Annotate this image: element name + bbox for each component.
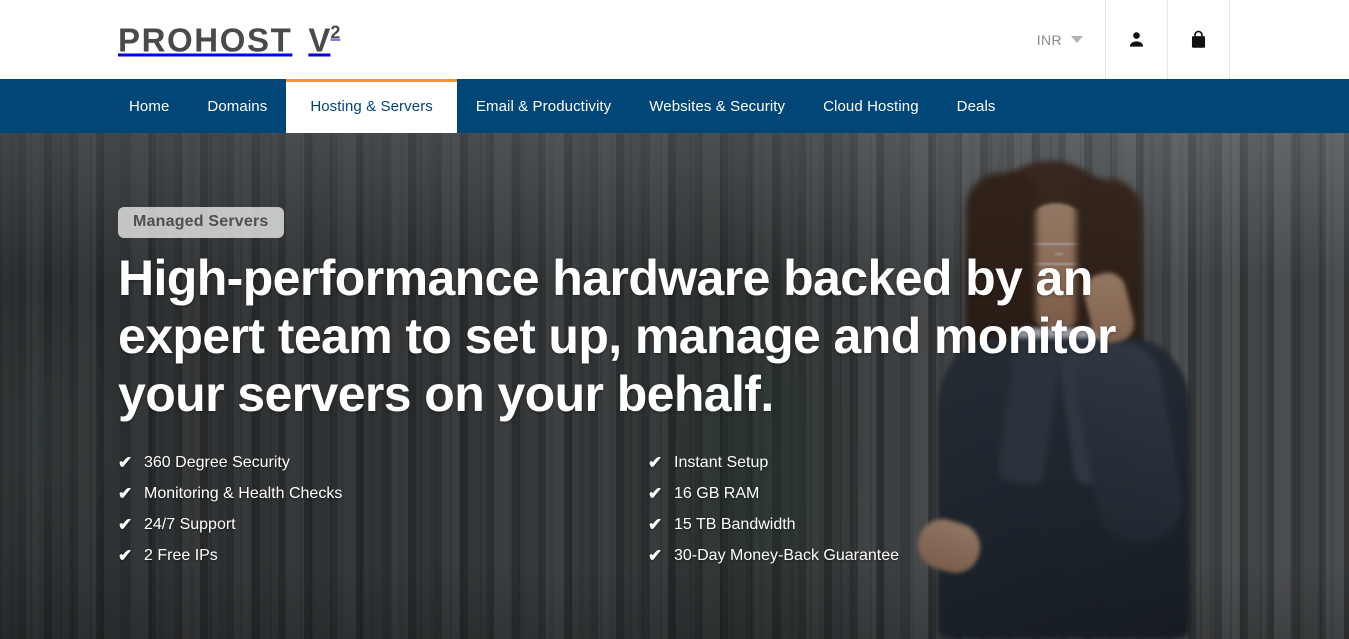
nav-item-email-productivity[interactable]: Email & Productivity [457,79,630,133]
feature-item: ✔ 16 GB RAM [648,478,1178,509]
feature-item: ✔ 360 Degree Security [118,447,648,478]
currency-label: INR [1036,31,1062,48]
feature-item: ✔ Monitoring & Health Checks [118,478,648,509]
check-icon: ✔ [118,484,133,503]
nav-item-hosting-servers[interactable]: Hosting & Servers [286,79,457,133]
hero-content: Managed Servers High-performance hardwar… [118,207,1178,571]
feature-column-right: ✔ Instant Setup ✔ 16 GB RAM ✔ 15 TB Band… [648,447,1178,571]
check-icon: ✔ [118,546,133,565]
account-button[interactable] [1105,0,1167,79]
primary-navigation: Home Domains Hosting & Servers Email & P… [0,79,1349,133]
logo-prohost-v2[interactable]: PROHOST V 2 [118,21,341,58]
logo-v: V [308,21,331,58]
feature-label: Instant Setup [674,454,769,471]
nav-item-websites-security[interactable]: Websites & Security [630,79,804,133]
feature-label: 16 GB RAM [674,485,760,502]
check-icon: ✔ [118,453,133,472]
chevron-down-icon [1071,36,1083,43]
hero-section: Managed Servers High-performance hardwar… [0,133,1349,639]
hero-feature-lists: ✔ 360 Degree Security ✔ Monitoring & Hea… [118,447,1178,571]
hero-headline: High-performance hardware backed by an e… [118,250,1116,422]
check-icon: ✔ [648,546,663,565]
site-header: PROHOST V 2 INR [0,0,1349,79]
nav-item-cloud-hosting[interactable]: Cloud Hosting [804,79,938,133]
page-root: PROHOST V 2 INR Home Domains Hosting & S… [0,0,1349,639]
feature-label: 2 Free IPs [144,547,218,564]
header-right-spacer [1229,0,1349,79]
feature-label: 15 TB Bandwidth [674,516,796,533]
nav-item-home[interactable]: Home [110,79,188,133]
nav-item-domains[interactable]: Domains [188,79,286,133]
feature-label: Monitoring & Health Checks [144,485,343,502]
logo-wordmark: PROHOST [118,21,293,58]
feature-label: 360 Degree Security [144,454,290,471]
check-icon: ✔ [648,453,663,472]
feature-label: 30-Day Money-Back Guarantee [674,547,899,564]
cart-button[interactable] [1167,0,1229,79]
check-icon: ✔ [118,515,133,534]
shopping-bag-icon [1191,30,1206,48]
user-icon [1129,32,1144,47]
feature-item: ✔ Instant Setup [648,447,1178,478]
hero-badge: Managed Servers [118,207,284,238]
feature-label: 24/7 Support [144,516,236,533]
feature-item: ✔ 24/7 Support [118,509,648,540]
feature-item: ✔ 30-Day Money-Back Guarantee [648,540,1178,571]
feature-column-left: ✔ 360 Degree Security ✔ Monitoring & Hea… [118,447,648,571]
check-icon: ✔ [648,484,663,503]
feature-item: ✔ 2 Free IPs [118,540,648,571]
check-icon: ✔ [648,515,663,534]
nav-item-deals[interactable]: Deals [938,79,1015,133]
feature-item: ✔ 15 TB Bandwidth [648,509,1178,540]
header-right-cluster: INR [1019,0,1349,79]
currency-selector[interactable]: INR [1019,0,1105,79]
logo-superscript-2: 2 [330,22,341,42]
